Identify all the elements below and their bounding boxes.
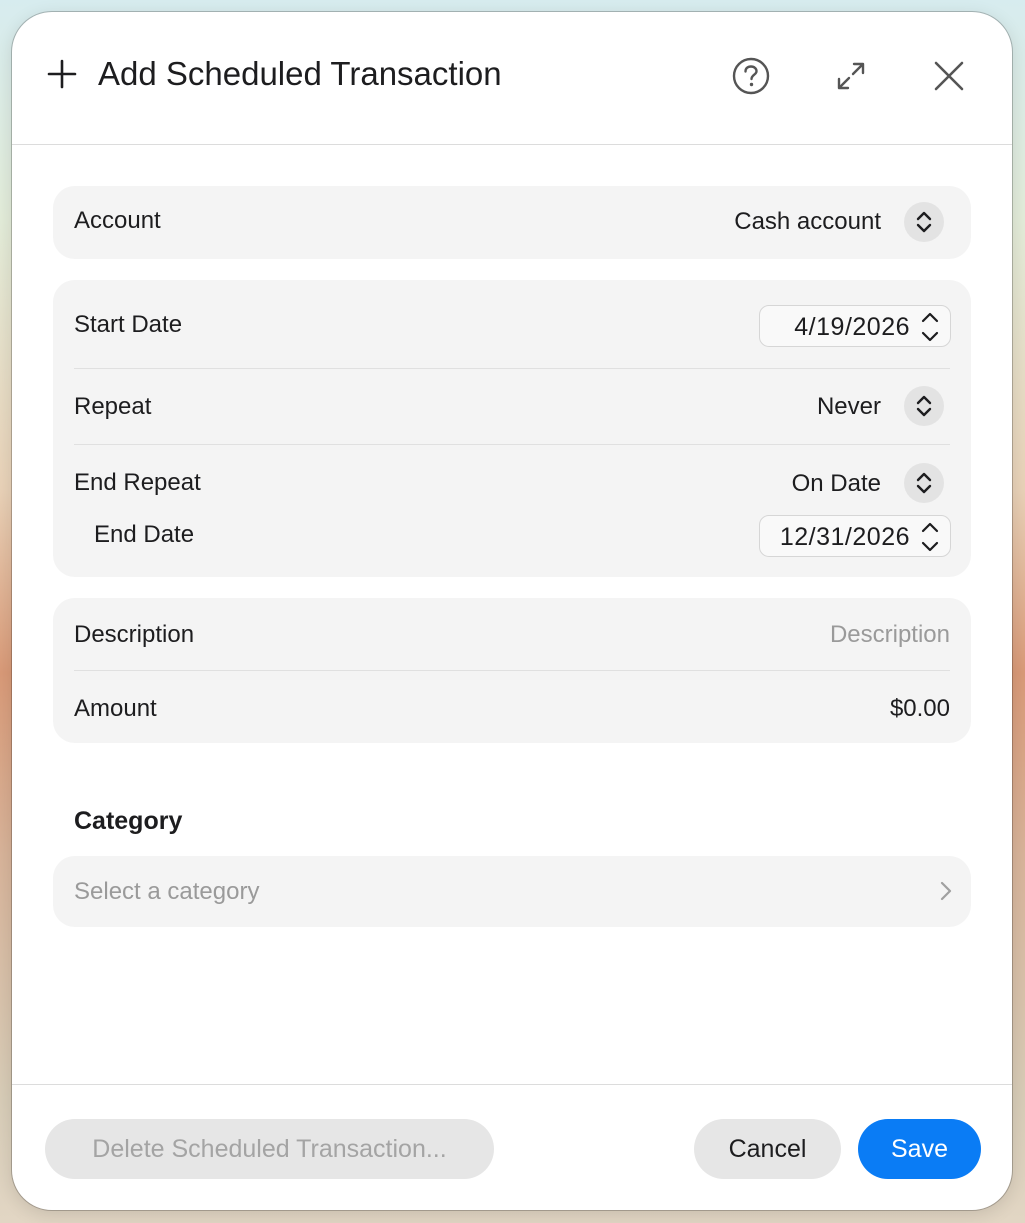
end-repeat-picker-button[interactable] [904,463,944,503]
dialog-title: Add Scheduled Transaction [98,55,502,92]
description-input[interactable]: Description [830,620,950,650]
chevron-up-down-icon [921,312,939,342]
account-picker-button[interactable] [904,202,944,242]
amount-input[interactable]: $0.00 [890,694,950,724]
question-circle-icon [732,57,770,95]
end-date-label: End Date [94,521,195,548]
repeat-value[interactable]: Never [817,392,881,422]
divider [74,670,950,671]
save-button[interactable]: Save [858,1119,981,1179]
repeat-label: Repeat [74,393,152,420]
delete-scheduled-transaction-button[interactable]: Delete Scheduled Transaction... [45,1119,494,1179]
add-scheduled-transaction-dialog: Add Scheduled Transaction Account Cash a… [12,12,1012,1210]
chevron-up-down-icon [916,211,932,233]
chevron-up-down-icon [916,472,932,494]
start-date-label: Start Date [74,311,183,338]
chevron-right-icon [940,881,952,901]
account-card: Account Cash account [53,186,971,259]
end-date-field[interactable]: 12/31/2026 [759,515,951,557]
start-date-field[interactable]: 4/19/2026 [759,305,951,347]
close-icon [934,61,964,91]
dialog-header: Add Scheduled Transaction [12,12,1012,145]
amount-label: Amount [74,695,157,722]
end-repeat-value[interactable]: On Date [792,469,881,499]
repeat-picker-button[interactable] [904,386,944,426]
divider [74,444,950,445]
category-section-title: Category [74,807,183,835]
schedule-card: Start Date 4/19/2026 Repeat Never End Re… [53,280,971,577]
chevron-up-down-icon [921,522,939,552]
category-selector[interactable]: Select a category [53,856,971,927]
end-date-value: 12/31/2026 [779,523,910,551]
chevron-up-down-icon [916,395,932,417]
expand-button[interactable] [829,54,873,98]
end-repeat-label: End Repeat [74,469,201,496]
details-card: Description Description Amount $0.00 [53,598,971,743]
cancel-button[interactable]: Cancel [694,1119,841,1179]
account-value[interactable]: Cash account [734,207,881,237]
plus-icon [46,58,78,90]
footer-divider [12,1084,1012,1085]
description-label: Description [74,621,195,648]
start-date-value: 4/19/2026 [794,313,910,341]
category-placeholder: Select a category [74,878,260,905]
start-date-stepper[interactable] [916,308,944,346]
end-date-stepper[interactable] [916,518,944,556]
account-label: Account [74,207,161,234]
close-button[interactable] [927,54,971,98]
help-button[interactable] [729,54,773,98]
divider [74,368,950,369]
expand-arrows-icon [837,62,865,90]
